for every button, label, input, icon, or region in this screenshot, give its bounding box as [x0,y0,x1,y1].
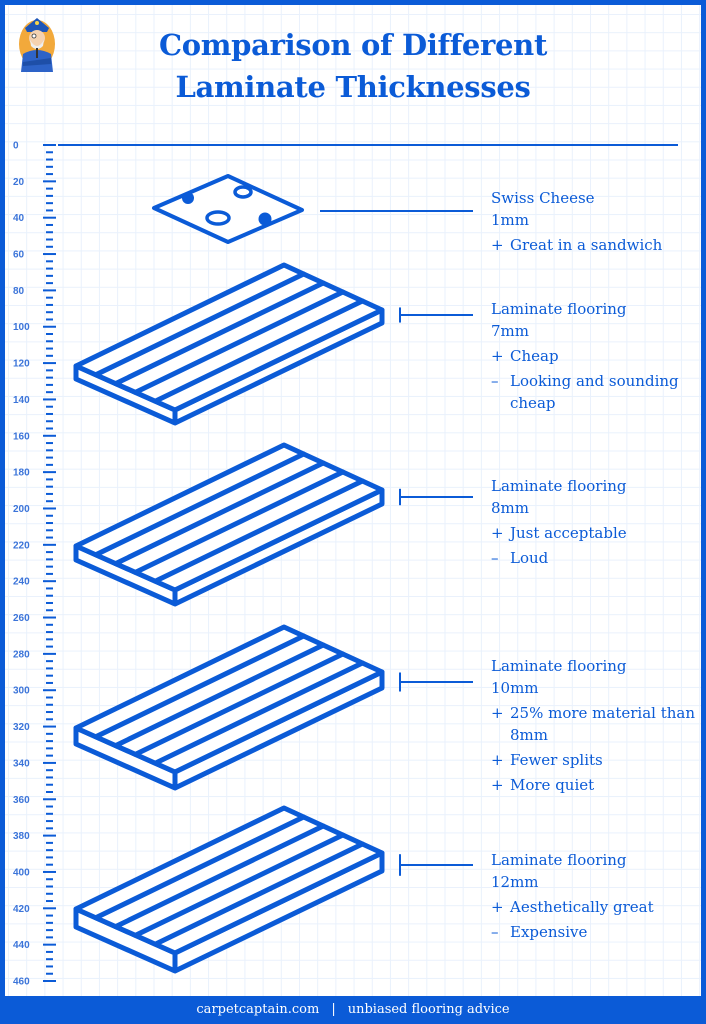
ruler-label: 440 [13,940,30,951]
point-text: Fewer splits [510,751,603,769]
point-text: More quiet [510,776,595,794]
item-thickness: 8mm [491,499,529,517]
cheese-hole [182,192,194,204]
item-description: Laminate flooring 12mm + Aesthetically grea… [491,849,696,943]
item-name: Laminate flooring [491,477,627,495]
ruler-label: 180 [13,468,30,479]
point-text: Aesthetically great [510,898,654,916]
ruler-label: 20 [13,177,25,188]
laminate-plank-icon [73,442,385,607]
plus-icon: + [491,898,504,916]
ruler-label: 400 [13,867,30,878]
ruler-label: 360 [13,795,30,806]
leader-line [399,488,473,506]
con-point: – Looking and sounding cheap [491,370,696,414]
pro-point: +25% more material than 8mm [491,702,696,746]
item-name: Laminate flooring [491,300,627,318]
pro-point: + Fewer splits [491,749,696,771]
plus-icon: + [491,347,504,365]
ruler-label: 260 [13,613,30,624]
item-description: Swiss Cheese 1mm + Great in a sandwich [491,187,696,256]
leader-line [399,672,473,692]
ruler-label: 120 [13,359,30,370]
plus-icon: + [491,236,504,254]
pro-point: + Just acceptable [491,522,696,544]
ruler-label: 420 [13,904,30,915]
ruler-label: 240 [13,577,30,588]
ruler-label: 300 [13,686,30,697]
ruler-label: 60 [13,250,25,261]
ruler-label: 40 [13,213,25,224]
ruler-label: 80 [13,286,25,297]
plus-icon: + [491,751,504,769]
ruler-label: 160 [13,431,30,442]
plus-icon: + [491,524,504,542]
item-thickness: 10mm [491,679,539,697]
laminate-plank-icon [73,262,385,426]
item-name: Laminate flooring [491,851,627,869]
ruler-label: 340 [13,758,30,769]
point-text: Great in a sandwich [510,236,663,254]
leader-line [399,854,473,876]
item-thickness: 12mm [491,873,539,891]
ruler-label: 140 [13,395,30,406]
point-text: 25% more material than 8mm [510,704,696,744]
ruler-label: 100 [13,322,30,333]
item-thickness: 1mm [491,211,529,229]
pro-point: + Great in a sandwich [491,234,696,256]
minus-icon: – [491,549,499,567]
cheese-outline [152,174,304,244]
ruler-label: 320 [13,722,30,733]
ruler-label: 380 [13,831,30,842]
cheese-hole [258,212,272,226]
item-name: Swiss Cheese [491,189,595,207]
item-thickness: 7mm [491,322,529,340]
footer-tagline: unbiased flooring advice [347,1002,510,1017]
item-description: Laminate flooring 10mm +25% more material … [491,655,696,796]
plus-icon: + [491,776,504,794]
point-text: Expensive [510,923,588,941]
ruler-label: 0 [13,141,19,152]
plus-icon: + [491,704,504,722]
pro-point: + More quiet [491,774,696,796]
point-text: Just acceptable [510,524,627,542]
item-description: Laminate flooring 8mm + Just acceptable – Lou… [491,475,696,569]
thickness-ruler: 0 20 40 60 80 100 120 140 160 180 200 220 240 260 280 3… [13,141,56,988]
con-point: – Loud [491,547,696,569]
laminate-plank-icon [73,805,385,974]
minus-icon: – [491,923,499,941]
pro-point: + Cheap [491,345,696,367]
footer-separator: | [331,1002,336,1017]
point-text: Loud [510,549,549,567]
minus-icon: – [491,372,499,390]
swiss-cheese-slice-icon [152,174,304,244]
footer-site-link[interactable]: carpetcaptain.com [196,1002,319,1017]
footer-bar: carpetcaptain.com | unbiased flooring advi… [0,996,706,1024]
item-description: Laminate flooring 7mm + Cheap – Looking and s… [491,298,696,414]
pro-point: + Aesthetically great [491,896,696,918]
con-point: – Expensive [491,921,696,943]
point-text: Cheap [510,347,559,365]
ruler-label: 200 [13,504,30,515]
objects-layer [73,174,385,974]
ruler-label: 280 [13,649,30,660]
ruler-label: 220 [13,540,30,551]
point-text: Looking and sounding cheap [510,372,679,412]
laminate-plank-icon [73,624,385,791]
ruler-label: 460 [13,977,30,988]
leader-line [399,307,473,323]
item-name: Laminate flooring [491,657,627,675]
